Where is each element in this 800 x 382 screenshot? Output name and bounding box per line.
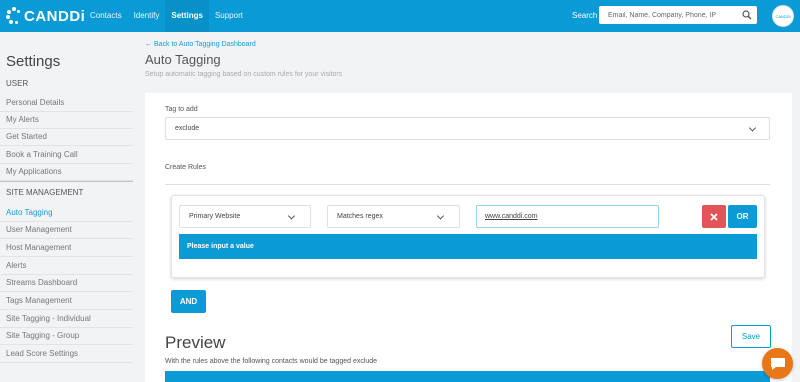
sidebar-section-site-management: SITE MANAGEMENT [6, 188, 84, 197]
sidebar-section-user: USER [6, 79, 29, 88]
rule-operator-select[interactable]: Matches regex [327, 205, 460, 228]
sidebar-item-get-started[interactable]: Get Started [0, 129, 133, 146]
tag-select[interactable]: exclude [165, 117, 770, 140]
sidebar-item-lead-score-settings[interactable]: Lead Score Settings [0, 346, 133, 363]
nav-support[interactable]: Support [209, 0, 249, 32]
close-icon [710, 212, 718, 221]
sidebar-item-streams-dashboard[interactable]: Streams Dashboard [0, 275, 133, 292]
back-link-label: Back to Auto Tagging Dashboard [153, 41, 256, 48]
sidebar-item-personal-details[interactable]: Personal Details [0, 95, 133, 112]
preview-results-bar [165, 371, 770, 382]
search-box [599, 6, 757, 24]
logo-dots-icon [6, 7, 22, 25]
avatar-text: CANDDi [775, 13, 791, 19]
nav-contacts[interactable]: Contacts [84, 0, 128, 32]
canddi-logo[interactable]: CANDDi [6, 5, 85, 27]
rule-source-select[interactable]: Primary Website [179, 205, 311, 228]
save-button[interactable]: Save [731, 325, 771, 348]
arrow-left-icon: ← [145, 41, 152, 48]
rule-value-text: www.canddi.com [485, 213, 538, 220]
or-button[interactable]: OR [728, 205, 757, 228]
remove-rule-button[interactable] [702, 205, 726, 228]
tag-to-add-label: Tag to add [165, 106, 198, 113]
search-icon [742, 10, 752, 20]
sidebar-title: Settings [6, 53, 61, 70]
top-navbar: CANDDi Contacts Identify Settings Suppor… [0, 0, 800, 32]
create-rules-label: Create Rules [165, 164, 206, 171]
chat-bubble-icon [770, 357, 785, 370]
sidebar-item-alerts[interactable]: Alerts [0, 258, 133, 275]
sidebar-item-site-tagging-group[interactable]: Site Tagging - Group [0, 328, 133, 345]
sidebar-item-book-training[interactable]: Book a Training Call [0, 147, 133, 164]
nav-settings[interactable]: Settings [165, 0, 209, 32]
preview-description: With the rules above the following conta… [165, 358, 378, 365]
back-link[interactable]: ← Back to Auto Tagging Dashboard [145, 41, 256, 48]
section-divider [165, 184, 770, 185]
rule-source-value: Primary Website [189, 213, 241, 220]
page-subtitle: Setup automatic tagging based on custom … [145, 71, 343, 78]
search-input[interactable] [599, 6, 737, 24]
sidebar-item-my-alerts[interactable]: My Alerts [0, 112, 133, 129]
chevron-down-icon [748, 123, 757, 132]
settings-sidebar: Settings USER Personal Details My Alerts… [0, 32, 140, 382]
sidebar-divider [0, 181, 133, 182]
chevron-down-icon [436, 211, 445, 220]
rule-operator-value: Matches regex [337, 213, 383, 220]
chevron-down-icon [287, 211, 296, 220]
and-button[interactable]: AND [171, 290, 206, 313]
validation-alert: Please input a value [179, 234, 757, 259]
sidebar-item-user-management[interactable]: User Management [0, 222, 133, 239]
search-label: Search [572, 11, 598, 20]
preview-title: Preview [165, 333, 226, 352]
nav-identify[interactable]: Identify [128, 0, 166, 32]
chat-button[interactable] [762, 348, 793, 379]
sidebar-item-auto-tagging[interactable]: Auto Tagging [0, 205, 133, 222]
sidebar-item-host-management[interactable]: Host Management [0, 240, 133, 257]
sidebar-item-my-applications[interactable]: My Applications [0, 164, 133, 181]
rule-value-input[interactable]: www.canddi.com [476, 205, 659, 228]
user-avatar[interactable]: CANDDi [772, 5, 794, 27]
tag-select-value: exclude [175, 125, 200, 132]
sidebar-item-site-tagging-individual[interactable]: Site Tagging - Individual [0, 311, 133, 328]
page-title: Auto Tagging [145, 52, 221, 67]
search-button[interactable] [737, 6, 757, 24]
main-nav: Contacts Identify Settings Support [84, 0, 249, 32]
logo-text: CANDDi [24, 7, 86, 25]
sidebar-item-tags-management[interactable]: Tags Management [0, 293, 133, 310]
